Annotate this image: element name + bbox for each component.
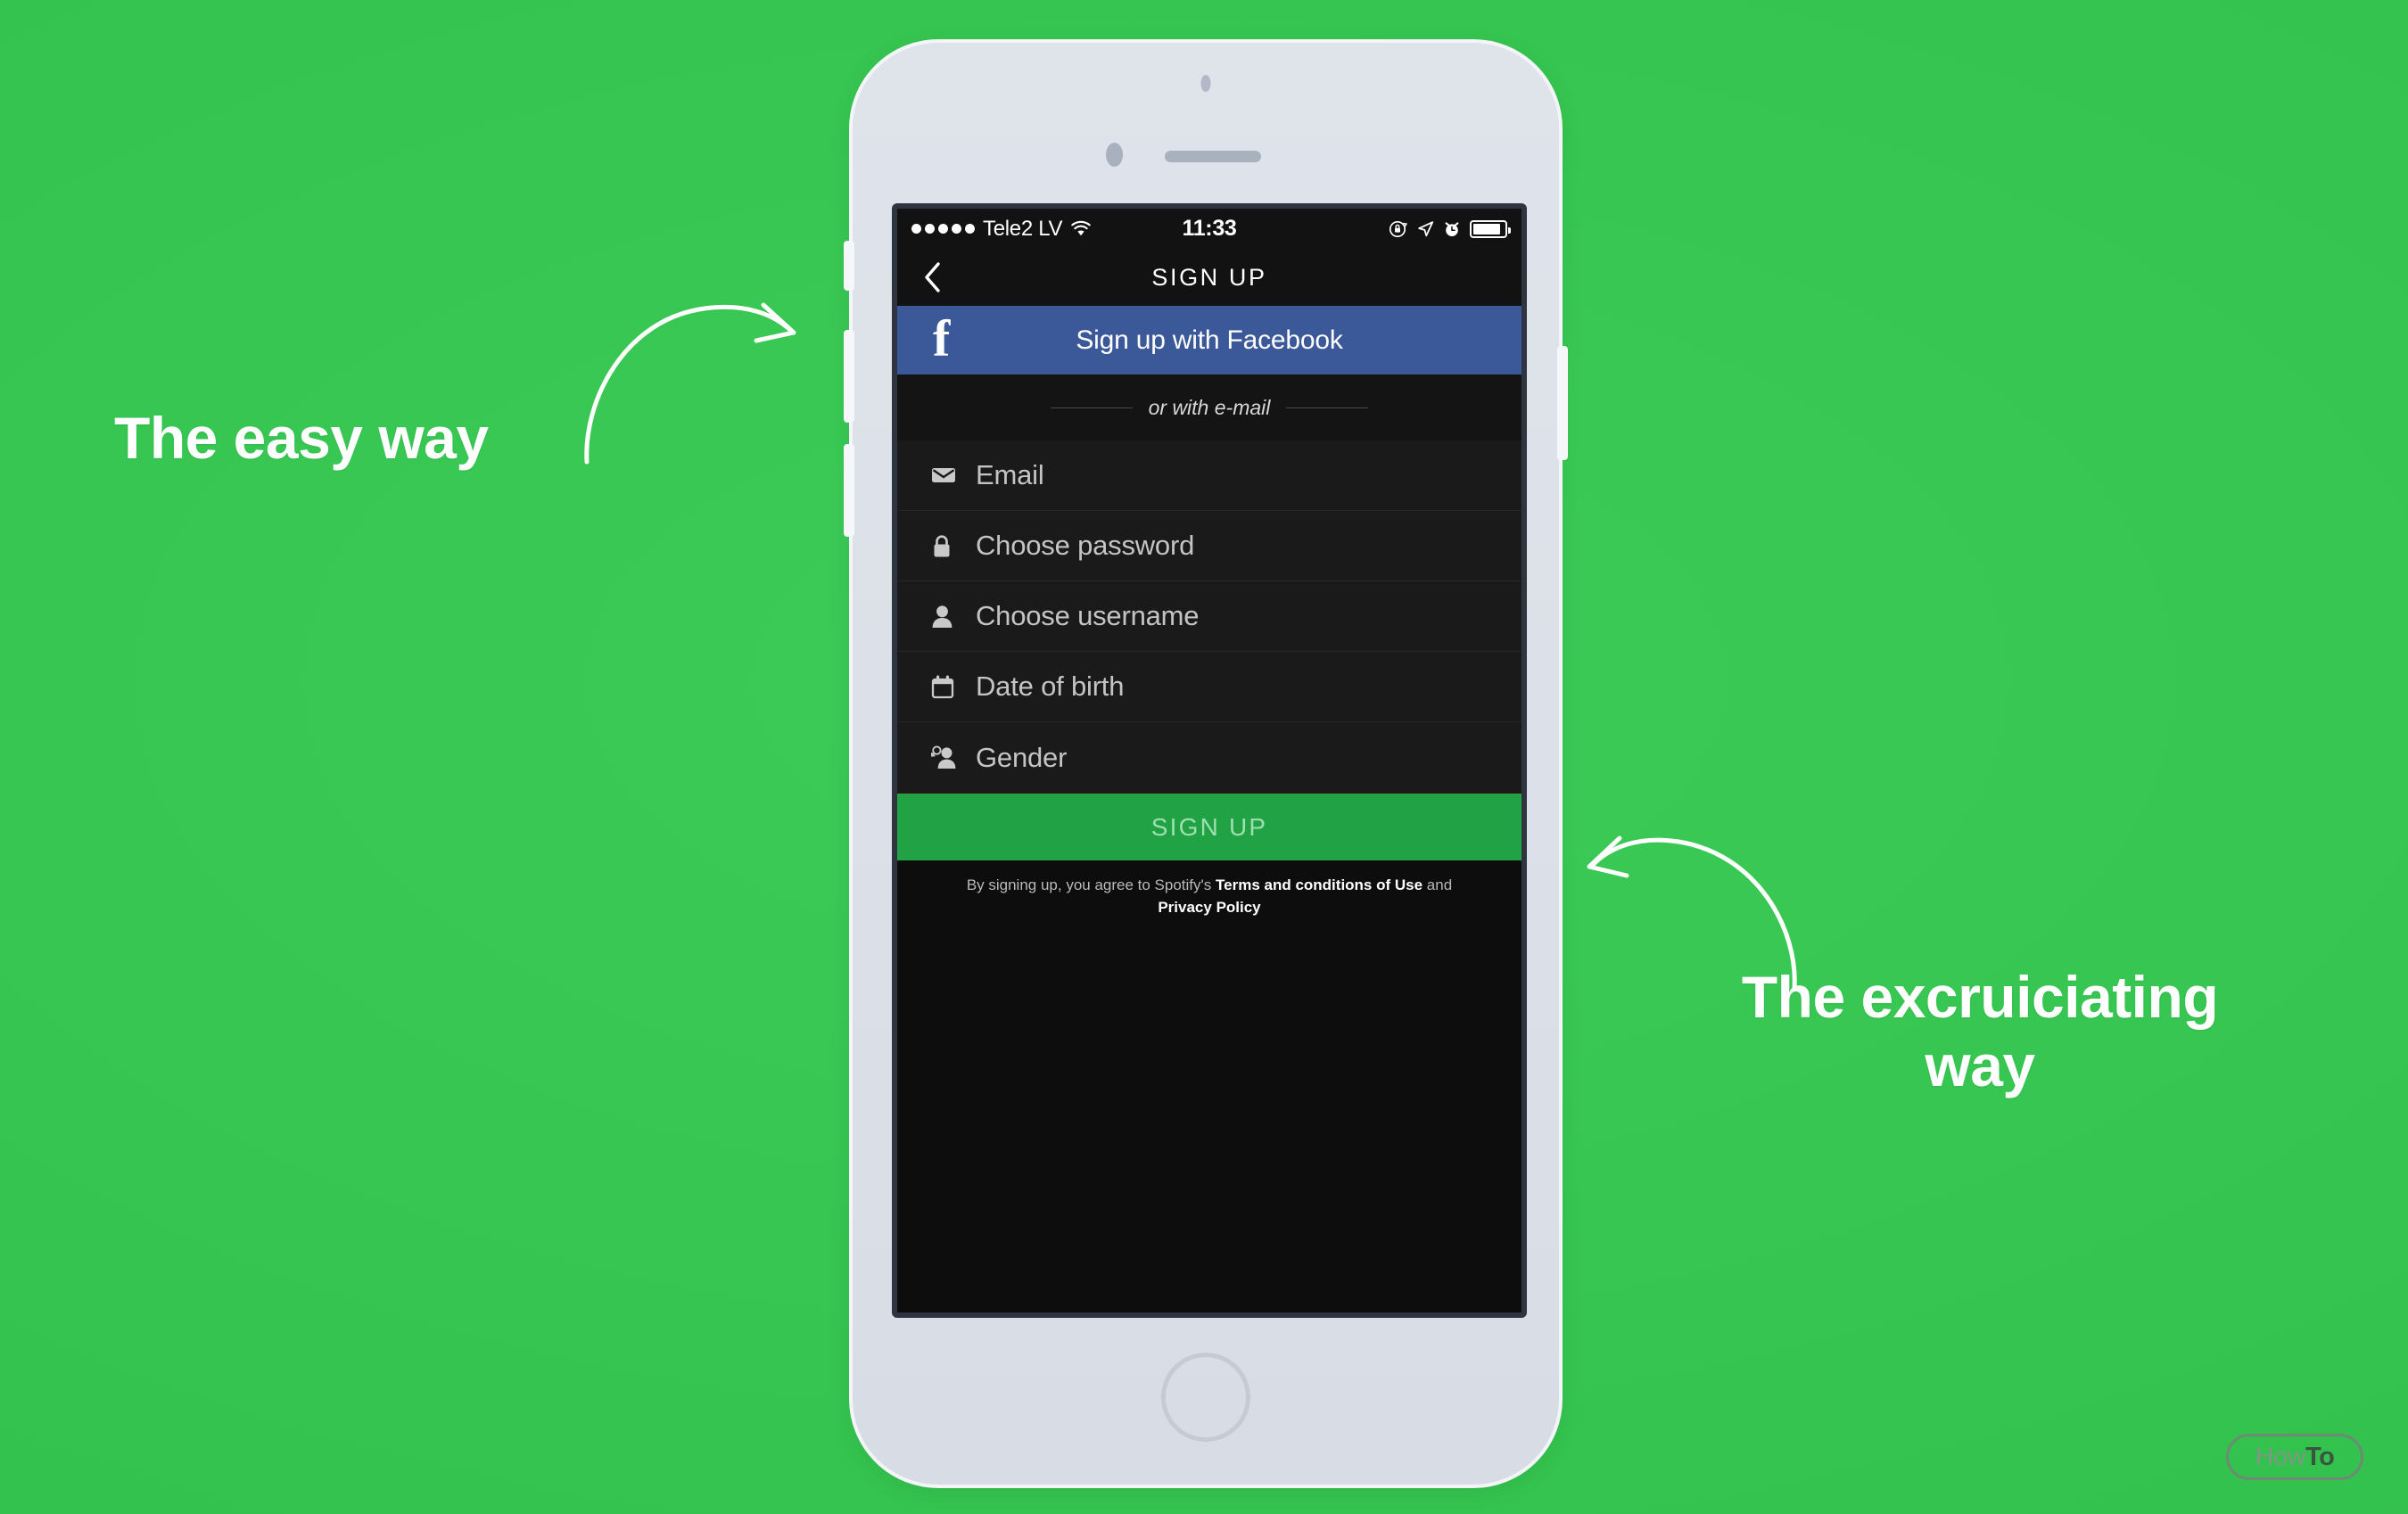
signup-with-facebook-button[interactable]: f Sign up with Facebook (897, 306, 1521, 374)
back-button[interactable] (917, 258, 949, 297)
lock-icon (931, 534, 961, 558)
wifi-icon (1071, 220, 1091, 236)
phone-screen: Tele2 LV 11:33 SIGN UP f Sign up with Fa… (897, 209, 1521, 1312)
terms-text: By signing up, you agree to Spotify's Te… (897, 860, 1521, 919)
earpiece-speaker (1165, 151, 1261, 162)
date-of-birth-field-label: Date of birth (976, 671, 1125, 702)
battery-icon (1470, 219, 1511, 238)
facebook-f-icon: f (933, 309, 951, 367)
person-icon (931, 605, 961, 629)
iphone-mockup: Tele2 LV 11:33 SIGN UP f Sign up with Fa… (844, 39, 1568, 1488)
divider-rule-left (1050, 407, 1133, 408)
password-field-label: Choose password (976, 530, 1195, 561)
rotation-lock-icon (1389, 220, 1407, 238)
status-bar-left: Tele2 LV (911, 217, 1092, 242)
email-field-label: Email (976, 459, 1044, 490)
howto-watermark: How To (2226, 1434, 2363, 1480)
watermark-to: To (2305, 1442, 2335, 1471)
calendar-icon (931, 675, 961, 699)
screen-empty-area (897, 918, 1521, 1312)
back-chevron-icon (925, 262, 940, 292)
username-field[interactable]: Choose username (897, 581, 1521, 652)
signal-strength-icon (911, 224, 975, 234)
signup-submit-label: SIGN UP (1150, 812, 1268, 841)
page-title: SIGN UP (1151, 263, 1267, 291)
facebook-button-label: Sign up with Facebook (1076, 325, 1343, 355)
divider-label: or with e-mail (1148, 395, 1271, 419)
volume-down-button[interactable] (844, 444, 854, 537)
divider-rule-right (1286, 407, 1369, 408)
front-camera-icon (1106, 143, 1123, 167)
right-annotation-line1: The excruiciating (1741, 964, 2219, 1030)
nav-bar: SIGN UP (897, 249, 1521, 306)
watermark-how: How (2255, 1442, 2306, 1471)
signup-form: Email Choose password Choose username Da… (897, 440, 1521, 793)
right-annotation-line2: way (1925, 1033, 2035, 1099)
power-button[interactable] (1557, 346, 1568, 460)
home-button[interactable] (1161, 1353, 1250, 1442)
gender-icon (931, 745, 961, 769)
or-with-email-divider: or with e-mail (897, 374, 1521, 440)
privacy-policy-link[interactable]: Privacy Policy (1158, 899, 1260, 916)
left-annotation-arrow (584, 302, 796, 465)
email-field[interactable]: Email (897, 440, 1521, 511)
alarm-clock-icon (1445, 221, 1459, 236)
volume-up-button[interactable] (844, 330, 854, 423)
terms-prefix: By signing up, you agree to Spotify's (966, 876, 1216, 893)
location-arrow-icon (1418, 220, 1434, 236)
silent-switch-button[interactable] (844, 241, 854, 291)
terms-middle: and (1423, 876, 1453, 893)
status-bar: Tele2 LV 11:33 (897, 209, 1521, 249)
status-bar-right (1389, 219, 1511, 238)
screen-bezel: Tele2 LV 11:33 SIGN UP f Sign up with Fa… (892, 203, 1527, 1318)
date-of-birth-field[interactable]: Date of birth (897, 652, 1521, 722)
left-annotation-text: The easy way (114, 405, 489, 471)
proximity-sensor-icon (1200, 75, 1211, 92)
carrier-label: Tele2 LV (983, 216, 1063, 241)
right-annotation-text: The excruiciating way (1668, 963, 2292, 1100)
gender-field[interactable]: Gender (897, 722, 1521, 793)
signup-submit-button[interactable]: SIGN UP (897, 793, 1521, 860)
terms-link[interactable]: Terms and conditions of Use (1216, 876, 1423, 893)
gender-field-label: Gender (976, 741, 1068, 773)
envelope-icon (931, 466, 961, 484)
username-field-label: Choose username (976, 600, 1200, 631)
password-field[interactable]: Choose password (897, 511, 1521, 581)
